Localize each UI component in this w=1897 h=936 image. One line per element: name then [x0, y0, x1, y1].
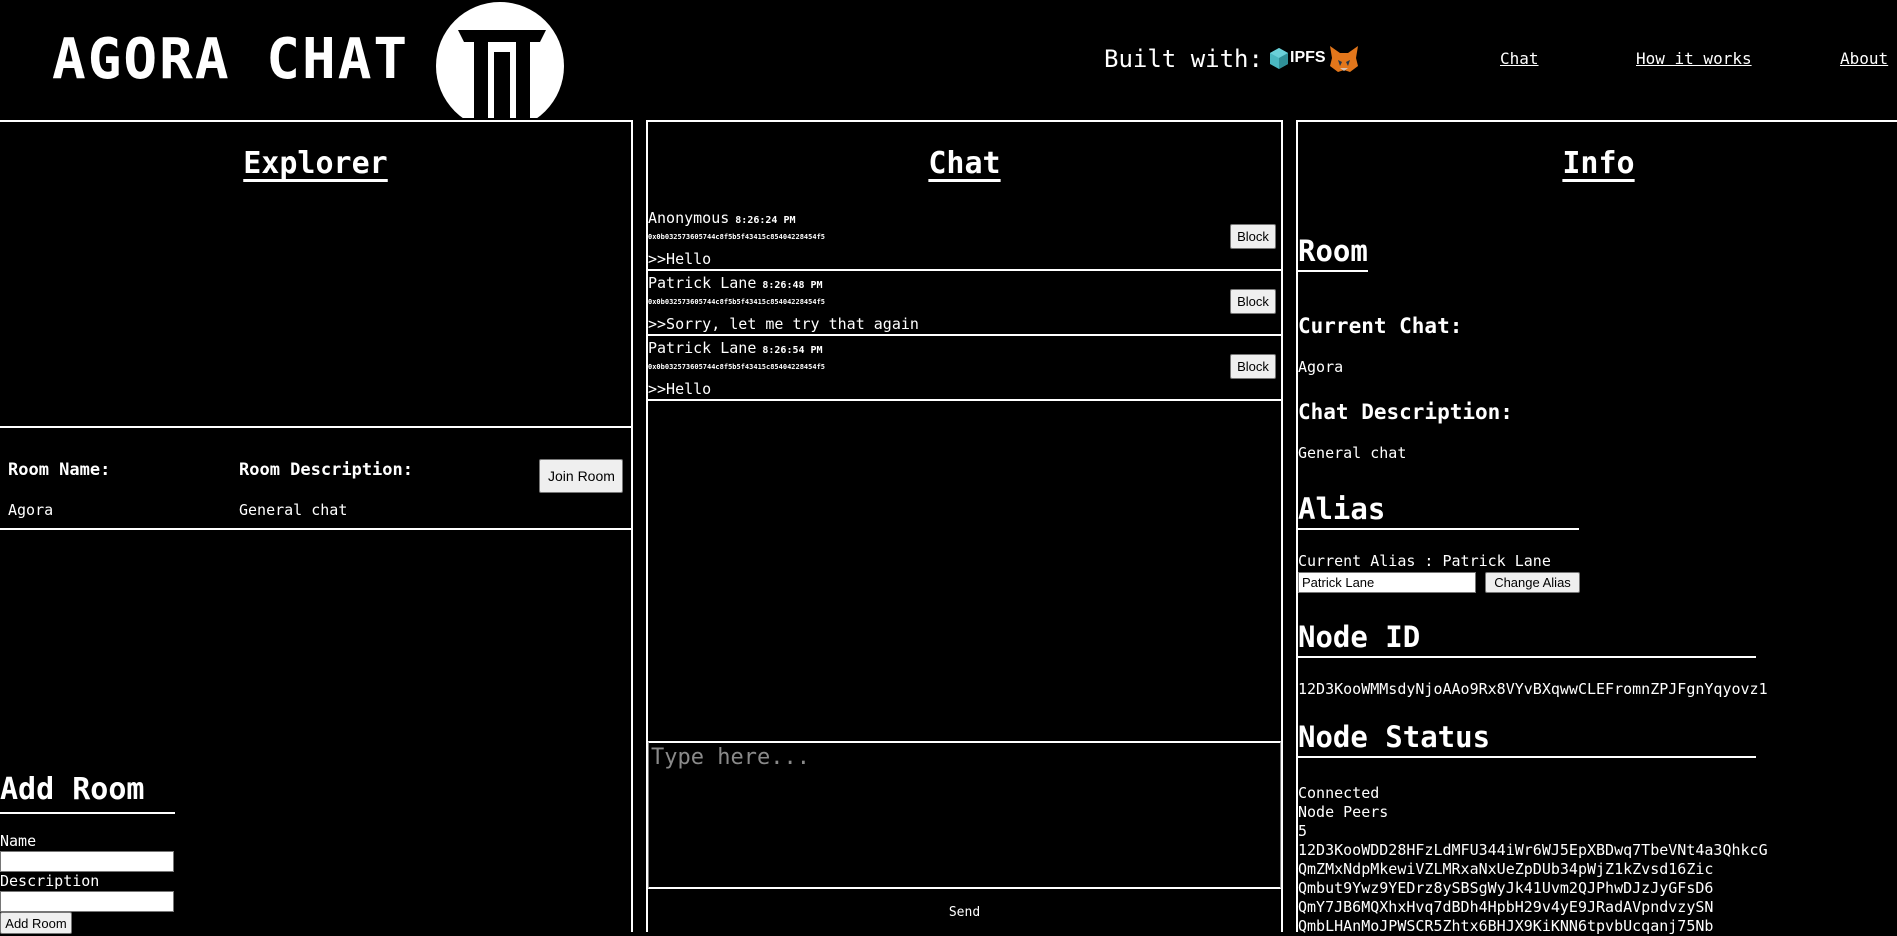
chat-panel: Chat Anonymous 8:26:24 PM 0x0b03257360574…	[646, 120, 1283, 934]
message-address: 0x0b032573605744c8f5b5f43415c85404228454…	[648, 363, 826, 371]
info-title: Info	[1562, 146, 1635, 181]
node-status-details: Connected Node Peers 5 12D3KooWDD28HFzLd…	[1298, 784, 1768, 936]
room-name-value: Agora	[8, 501, 54, 519]
node-id-heading: Node ID	[1298, 618, 1756, 658]
room-description-label: Room Description:	[239, 460, 413, 480]
alias-input[interactable]	[1298, 572, 1476, 593]
chat-message: Patrick Lane 8:26:54 PM 0x0b032573605744c…	[648, 336, 1281, 401]
message-text: >>Sorry, let me try that again	[648, 315, 919, 333]
message-input[interactable]	[648, 741, 1281, 889]
message-author: Patrick Lane 8:26:48 PM	[648, 274, 823, 292]
node-status-heading: Node Status	[1298, 718, 1756, 758]
room-name-field-label: Name	[0, 832, 37, 850]
nav-how-it-works-link[interactable]: How it works	[1636, 48, 1752, 70]
room-heading: Room	[1298, 232, 1368, 272]
alias-heading: Alias	[1298, 490, 1579, 530]
peer-id: Qmbut9Ywz9YEDrz8ySBSgWyJk41Uvm2QJPhwDJzJ…	[1298, 879, 1714, 897]
room-list-item: Room Name: Room Description: Agora Gener…	[0, 426, 631, 530]
add-room-heading: Add Room	[0, 770, 175, 814]
ipfs-label: IPFS	[1290, 49, 1326, 66]
chat-message: Anonymous 8:26:24 PM 0x0b032573605744c8f5…	[648, 206, 1281, 271]
header: AGORA CHAT Built with: IPFS Chat How it …	[0, 0, 1897, 120]
explorer-panel: Explorer Room Name: Room Description: Ag…	[0, 120, 633, 934]
room-name-input[interactable]	[0, 851, 174, 872]
send-button[interactable]: Send	[648, 889, 1281, 934]
current-chat-value: Agora	[1298, 358, 1344, 376]
node-id-value: 12D3KooWMMsdyNjoAAo9Rx8VYvBXqwwCLEFromnZ…	[1298, 680, 1768, 698]
chat-message: Patrick Lane 8:26:48 PM 0x0b032573605744c…	[648, 271, 1281, 336]
message-address: 0x0b032573605744c8f5b5f43415c85404228454…	[648, 233, 826, 241]
message-text: >>Hello	[648, 250, 712, 268]
app-title: AGORA CHAT	[52, 27, 410, 92]
pillar-logo-icon	[434, 2, 566, 120]
add-room-button[interactable]: Add Room	[0, 912, 72, 934]
nav-about-link[interactable]: About	[1840, 48, 1888, 70]
connection-status: Connected	[1298, 784, 1380, 802]
chat-title: Chat	[928, 146, 1001, 181]
room-name-label: Room Name:	[8, 460, 111, 480]
join-room-button[interactable]: Join Room	[539, 459, 623, 493]
peer-id: QmY7JB6MQXhxHvq7dBDh4HpbH29v4yE9JRadAVpn…	[1298, 898, 1714, 916]
message-author: Patrick Lane 8:26:54 PM	[648, 339, 823, 357]
message-time: 8:26:48 PM	[762, 280, 823, 291]
change-alias-button[interactable]: Change Alias	[1485, 572, 1580, 593]
peer-id: QmbLHAnMoJPWSCR5Zhtx6BHJX9KiKNN6tpvbUcqa…	[1298, 917, 1714, 935]
current-alias-text: Current Alias : Patrick Lane	[1298, 552, 1551, 570]
message-author: Anonymous 8:26:24 PM	[648, 209, 796, 227]
block-user-button[interactable]: Block	[1230, 289, 1276, 314]
message-time: 8:26:24 PM	[735, 215, 796, 226]
chat-description-value: General chat	[1298, 444, 1407, 462]
current-chat-label: Current Chat:	[1298, 314, 1463, 338]
peer-id: 12D3KooWDD28HFzLdMFU344iWr6WJ5EpXBDwq7Tb…	[1298, 841, 1768, 859]
block-user-button[interactable]: Block	[1230, 354, 1276, 379]
peer-id: QmZMxNdpMkewiVZLMRxaNxUeZpDUb34pWjZ1kZvs…	[1298, 860, 1714, 878]
room-description-field-label: Description	[0, 872, 100, 890]
room-description-input[interactable]	[0, 891, 174, 912]
explorer-title: Explorer	[243, 146, 388, 181]
nav-chat-link[interactable]: Chat	[1500, 48, 1539, 70]
message-text: >>Hello	[648, 380, 712, 398]
node-peers-label: Node Peers	[1298, 803, 1389, 821]
message-time: 8:26:54 PM	[762, 345, 823, 356]
peer-count: 5	[1298, 822, 1308, 840]
chat-description-label: Chat Description:	[1298, 400, 1513, 424]
block-user-button[interactable]: Block	[1230, 224, 1276, 249]
room-description-value: General chat	[239, 501, 348, 519]
metamask-fox-icon	[1330, 46, 1358, 72]
built-with-label: Built with:	[1104, 45, 1263, 73]
info-panel: Info Room Current Chat: Agora Chat Descr…	[1296, 120, 1897, 935]
message-address: 0x0b032573605744c8f5b5f43415c85404228454…	[648, 298, 826, 306]
